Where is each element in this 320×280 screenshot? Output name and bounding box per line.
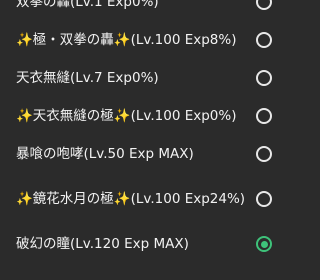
radio-button[interactable] <box>256 0 272 10</box>
radio-button[interactable] <box>256 191 272 207</box>
skill-list-scroll-content: 双拳の轟(Lv.1 Exp0%) ✨極・双拳の轟✨(Lv.100 Exp8%) … <box>0 0 280 263</box>
skill-option[interactable]: 天衣無縫(Lv.7 Exp0%) <box>0 59 280 97</box>
skill-option-label: 双拳の轟(Lv.1 Exp0%) <box>16 0 159 10</box>
radio-button-selected[interactable] <box>256 236 272 252</box>
skill-option-label: 天衣無縫(Lv.7 Exp0%) <box>16 70 159 86</box>
skill-option[interactable]: ✨天衣無縫の極✨(Lv.100 Exp0%) <box>0 97 280 135</box>
skill-option-label: 破幻の瞳(Lv.120 Exp MAX) <box>16 236 189 252</box>
skill-selection-list: 双拳の轟(Lv.1 Exp0%) ✨極・双拳の轟✨(Lv.100 Exp8%) … <box>0 0 280 280</box>
radio-button[interactable] <box>256 32 272 48</box>
skill-option[interactable]: ✨極・双拳の轟✨(Lv.100 Exp8%) <box>0 21 280 59</box>
skill-option-label: ✨極・双拳の轟✨(Lv.100 Exp8%) <box>16 32 237 48</box>
radio-button[interactable] <box>256 146 272 162</box>
skill-option[interactable]: 暴喰の咆哮(Lv.50 Exp MAX) <box>0 135 280 173</box>
skill-option-label: ✨天衣無縫の極✨(Lv.100 Exp0%) <box>16 108 237 124</box>
skill-option[interactable]: ✨鏡花水月の極✨(Lv.100 Exp24%) <box>0 173 280 225</box>
radio-button[interactable] <box>256 70 272 86</box>
skill-option-label: ✨鏡花水月の極✨(Lv.100 Exp24%) <box>16 191 246 207</box>
skill-option-label: 暴喰の咆哮(Lv.50 Exp MAX) <box>16 146 194 162</box>
skill-option[interactable]: 双拳の轟(Lv.1 Exp0%) <box>0 0 280 21</box>
skill-option-selected[interactable]: 破幻の瞳(Lv.120 Exp MAX) <box>0 225 280 263</box>
radio-button[interactable] <box>256 108 272 124</box>
